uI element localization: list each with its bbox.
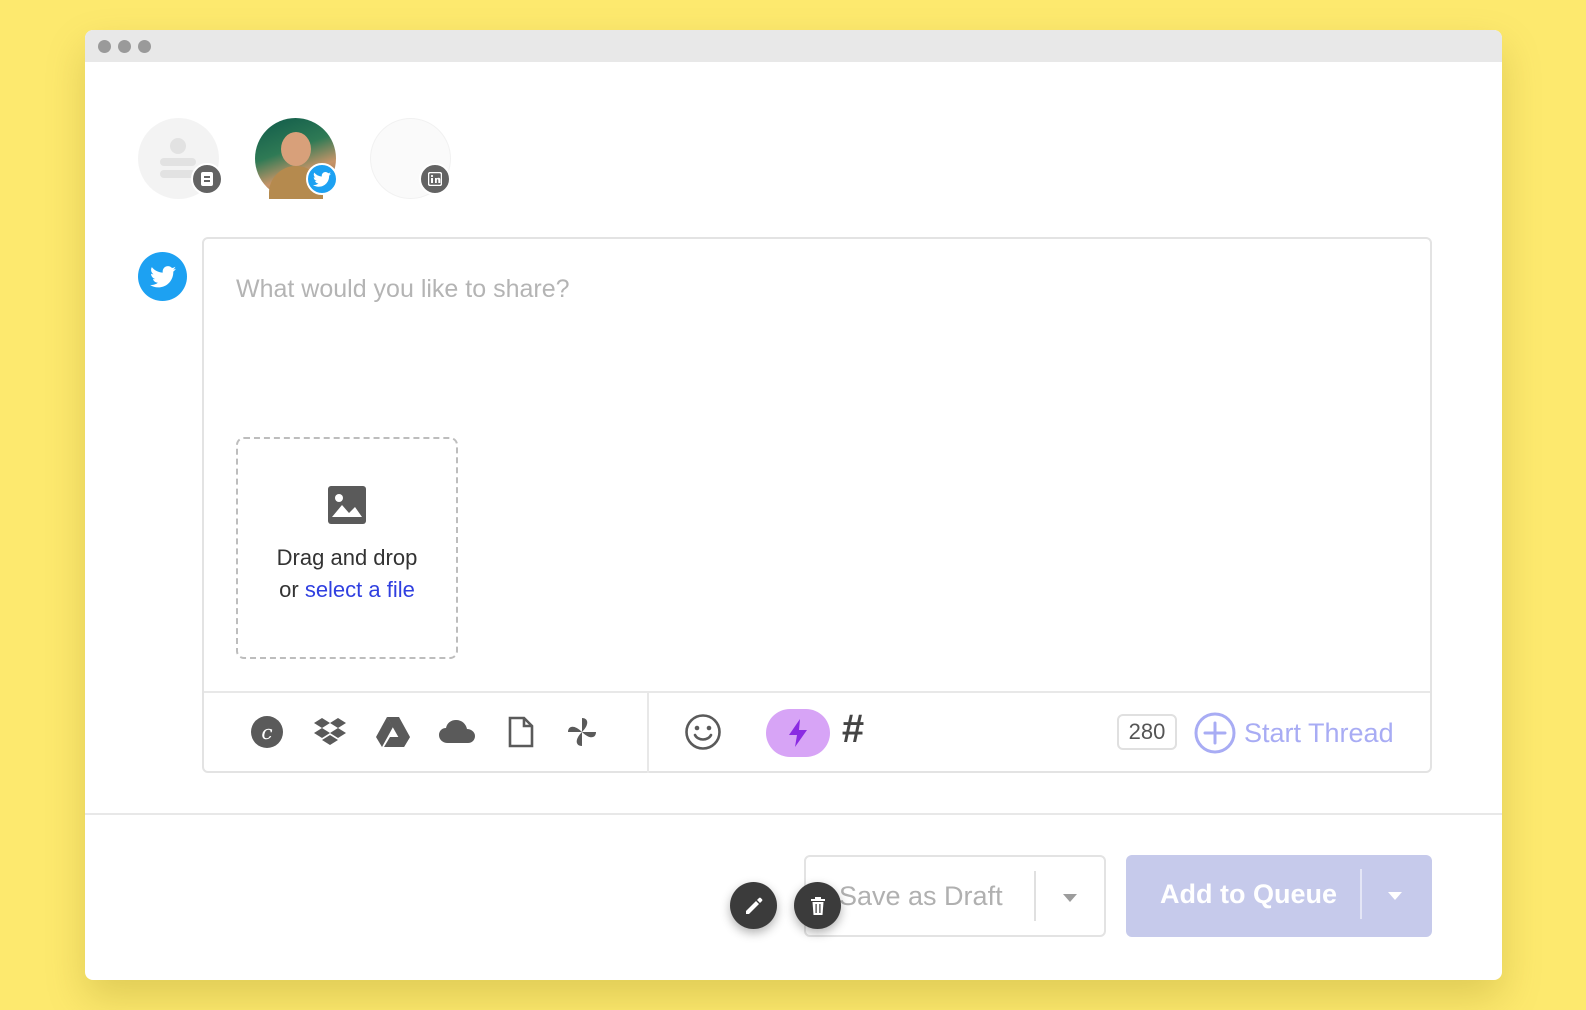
dropbox-icon[interactable]	[311, 713, 349, 751]
cloud-icon[interactable]	[438, 713, 476, 751]
window-dot-2[interactable]	[118, 40, 131, 53]
plus-circle-icon	[1194, 712, 1236, 754]
edit-fab-button[interactable]	[730, 882, 777, 929]
start-thread-button[interactable]: Start Thread	[1194, 711, 1394, 755]
trash-icon	[810, 896, 825, 915]
avatar-face	[281, 132, 311, 166]
chevron-down-icon[interactable]	[1387, 891, 1403, 901]
twitter-icon	[306, 163, 338, 195]
window-dot-3[interactable]	[138, 40, 151, 53]
start-thread-label: Start Thread	[1244, 717, 1394, 748]
footer-divider	[85, 813, 1502, 815]
composer-twitter-icon	[138, 252, 187, 301]
window-dot-1[interactable]	[98, 40, 111, 53]
add-to-queue-label: Add to Queue	[1160, 879, 1337, 909]
pencil-icon	[745, 897, 762, 914]
media-dropzone[interactable]: Drag and drop or select a file	[236, 437, 458, 659]
save-draft-label: Save as Draft	[839, 881, 1003, 911]
dropzone-text: Drag and drop	[276, 545, 418, 570]
add-to-queue-separator	[1360, 869, 1362, 919]
pinwheel-icon[interactable]	[563, 713, 601, 751]
lightning-icon	[789, 719, 807, 747]
title-bar	[85, 30, 1502, 62]
toolbar-divider	[647, 693, 649, 773]
save-draft-separator	[1034, 871, 1036, 921]
composer-toolbar: c # 280 Start Thread	[204, 691, 1430, 773]
twitter-bird-icon	[149, 265, 176, 287]
file-icon[interactable]	[502, 713, 540, 751]
dropzone-or: or	[279, 577, 305, 602]
select-file-link[interactable]: select a file	[305, 577, 415, 602]
hashtag-button[interactable]: #	[834, 707, 872, 752]
save-draft-button[interactable]: Save as Draft	[804, 855, 1106, 937]
delete-fab-button[interactable]	[794, 882, 841, 929]
character-counter: 280	[1117, 714, 1177, 750]
dropzone-subtext: or select a file	[238, 577, 456, 603]
google-drive-icon[interactable]	[374, 713, 412, 751]
compose-textarea[interactable]: What would you like to share?	[236, 275, 570, 304]
ai-assistant-button[interactable]	[766, 709, 830, 757]
canva-icon[interactable]: c	[248, 713, 286, 751]
image-icon	[328, 486, 366, 524]
chevron-down-icon[interactable]	[1062, 893, 1078, 903]
post-composer: What would you like to share? Drag and d…	[202, 237, 1432, 773]
notebook-icon	[191, 163, 223, 195]
linkedin-icon	[419, 163, 451, 195]
svg-text:c: c	[261, 720, 272, 744]
smiley-icon[interactable]	[684, 713, 722, 751]
add-to-queue-button[interactable]: Add to Queue	[1126, 855, 1432, 937]
app-window: What would you like to share? Drag and d…	[85, 30, 1502, 980]
